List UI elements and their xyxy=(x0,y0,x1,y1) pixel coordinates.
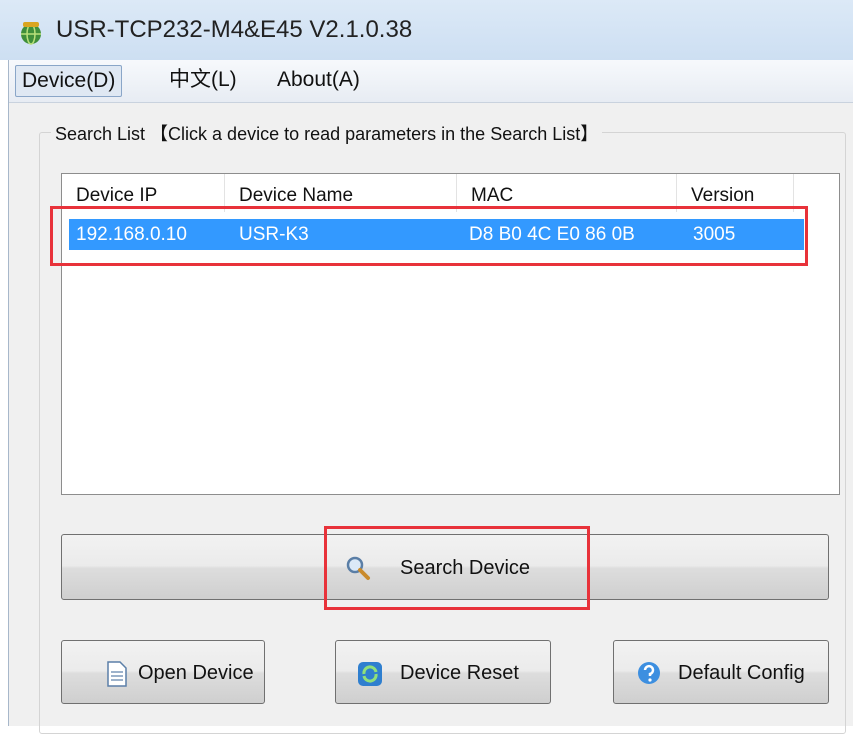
help-icon xyxy=(638,662,660,684)
app-globe-icon xyxy=(21,22,41,45)
refresh-icon xyxy=(358,662,382,686)
row-highlight-box xyxy=(50,206,808,266)
window-title: USR-TCP232-M4&E45 V2.1.0.38 xyxy=(56,16,413,43)
title-bar: USR-TCP232-M4&E45 V2.1.0.38 xyxy=(0,0,853,60)
device-reset-label: Device Reset xyxy=(400,662,519,684)
search-button-highlight-box xyxy=(324,526,590,610)
menu-bar: Device(D) 中文(L) About(A) xyxy=(9,60,853,103)
document-icon xyxy=(107,661,127,687)
device-reset-button[interactable]: Device Reset xyxy=(335,640,551,704)
default-config-button[interactable]: Default Config xyxy=(613,640,829,704)
open-device-label: Open Device xyxy=(138,662,254,684)
main-window: Device(D) 中文(L) About(A) Search List 【Cl… xyxy=(8,60,853,734)
menu-language[interactable]: 中文(L) xyxy=(163,65,243,95)
default-config-label: Default Config xyxy=(678,662,805,684)
menu-about[interactable]: About(A) xyxy=(271,65,366,95)
menu-device[interactable]: Device(D) xyxy=(15,65,123,97)
search-list-title: Search List 【Click a device to read para… xyxy=(51,120,603,146)
open-device-button[interactable]: Open Device xyxy=(61,640,265,704)
